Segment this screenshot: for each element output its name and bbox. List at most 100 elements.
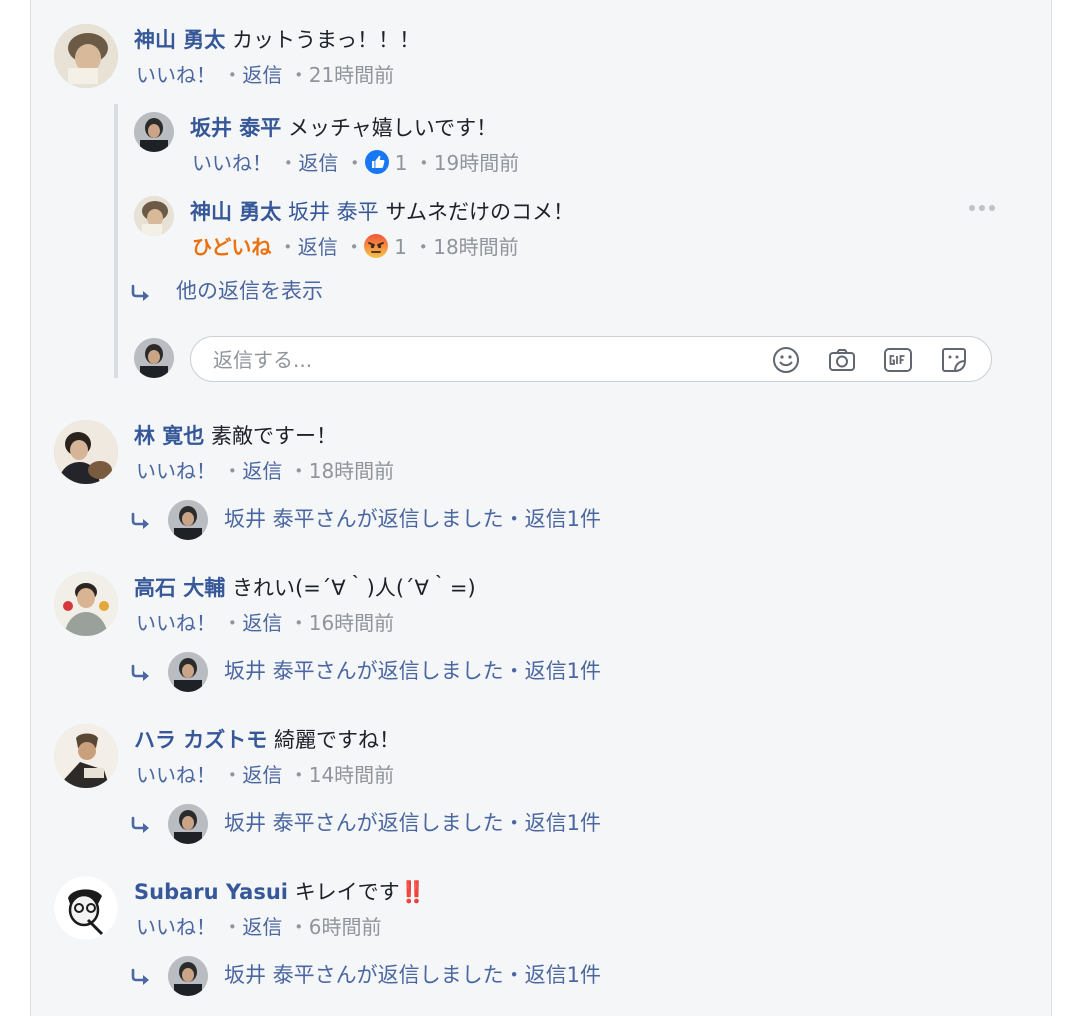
comment-line: 林 寛也 素敵ですー！ (134, 422, 337, 450)
replies-summary-link[interactable]: 坂井 泰平さんが返信しました・返信1件 (224, 657, 601, 685)
reaction-summary[interactable]: 1 (364, 150, 408, 175)
like-link[interactable]: いいね！ (136, 915, 216, 939)
separator: ・ (222, 611, 243, 635)
more-options-icon[interactable] (966, 198, 998, 218)
timestamp[interactable]: 14時間前 (309, 763, 394, 787)
reaction-count: 1 (394, 235, 407, 259)
reply-arrow-icon (131, 968, 149, 985)
timestamp[interactable]: 19時間前 (434, 151, 519, 175)
avatar[interactable] (134, 112, 174, 152)
reply-text: メッチャ嬉しいです！ (288, 116, 498, 140)
reaction-count: 1 (394, 151, 408, 175)
comment-actions: いいね！ ・返信 ・16時間前 (136, 610, 394, 636)
avatar (134, 338, 174, 378)
comment-text: キレイです (294, 880, 400, 904)
comment-line: Subaru Yasui キレイです‼️ (134, 878, 426, 906)
comment-author[interactable]: 高石 大輔 (134, 576, 225, 600)
like-link[interactable]: いいね！ (136, 459, 216, 483)
separator: ・ (222, 763, 243, 787)
comment-actions: いいね！ ・返信 ・6時間前 (136, 914, 381, 940)
separator: ・ (222, 459, 243, 483)
like-link[interactable]: いいね！ (136, 63, 216, 87)
reply-author[interactable]: 神山 勇太 (190, 200, 281, 224)
reply-link[interactable]: 返信 (298, 235, 338, 259)
comment-line: 神山 勇太 カットうまっ！！！ (134, 26, 420, 54)
avatar (168, 500, 208, 540)
replies-summary-link[interactable]: 坂井 泰平さんが返信しました・返信1件 (224, 505, 601, 533)
view-more-replies-link[interactable]: 他の返信を表示 (176, 277, 323, 305)
reply-line: 神山 勇太 坂井 泰平 サムネだけのコメ！ (190, 198, 574, 226)
reply-arrow-icon (131, 664, 149, 681)
reply-author[interactable]: 坂井 泰平 (190, 116, 281, 140)
comment-actions: いいね！ ・返信 ・14時間前 (136, 762, 394, 788)
reply-arrow-icon (131, 284, 149, 301)
avatar[interactable] (54, 420, 118, 484)
reaction-summary[interactable]: 1 (364, 234, 407, 259)
avatar[interactable] (54, 24, 118, 88)
reply-actions: ひどいね ・返信 ・ 1 ・18時間前 (192, 234, 519, 260)
comment-actions: いいね！ ・返信 ・21時間前 (136, 62, 394, 88)
avatar (168, 956, 208, 996)
separator: ・ (288, 915, 309, 939)
reply-input-box (190, 336, 992, 382)
separator: ・ (277, 235, 298, 259)
avatar[interactable] (54, 572, 118, 636)
comment-line: 高石 大輔 きれい(=´∀｀)人(´∀｀=) (134, 574, 476, 602)
like-link[interactable]: いいね！ (136, 763, 216, 787)
avatar (168, 804, 208, 844)
angry-icon (364, 234, 389, 258)
avatar[interactable] (134, 196, 174, 236)
comment-author[interactable]: ハラ カズトモ (134, 728, 267, 752)
like-icon (364, 150, 389, 174)
reply-line: 坂井 泰平 メッチャ嬉しいです！ (190, 114, 497, 142)
comment-author[interactable]: Subaru Yasui (134, 880, 288, 904)
timestamp[interactable]: 18時間前 (309, 459, 394, 483)
double-exclamation-emoji: ‼️ (399, 880, 426, 904)
separator: ・ (288, 63, 309, 87)
like-link[interactable]: いいね！ (136, 611, 216, 635)
timestamp[interactable]: 6時間前 (309, 915, 382, 939)
timestamp[interactable]: 18時間前 (433, 235, 518, 259)
thread-line (114, 104, 118, 378)
avatar (168, 652, 208, 692)
avatar[interactable] (54, 724, 118, 788)
camera-icon[interactable] (827, 345, 857, 375)
sticker-icon[interactable] (939, 345, 969, 375)
reply-link[interactable]: 返信 (242, 611, 282, 635)
comment-text: カットうまっ！！！ (232, 28, 421, 52)
reply-link[interactable]: 返信 (242, 63, 282, 87)
comment-author[interactable]: 神山 勇太 (134, 28, 225, 52)
separator: ・ (413, 235, 434, 259)
reply-input[interactable] (211, 345, 755, 375)
reply-link[interactable]: 返信 (242, 763, 282, 787)
mention-link[interactable]: 坂井 泰平 (288, 200, 379, 224)
reply-link[interactable]: 返信 (242, 915, 282, 939)
separator: ・ (288, 611, 309, 635)
replies-summary-link[interactable]: 坂井 泰平さんが返信しました・返信1件 (224, 809, 601, 837)
comment-line: ハラ カズトモ 綺麗ですね！ (134, 726, 400, 754)
gif-icon[interactable] (883, 345, 913, 375)
timestamp[interactable]: 16時間前 (309, 611, 394, 635)
separator: ・ (344, 235, 365, 259)
comment-actions: いいね！ ・返信 ・18時間前 (136, 458, 394, 484)
separator: ・ (344, 151, 365, 175)
reply-arrow-icon (131, 816, 149, 833)
emoji-icon[interactable] (771, 345, 801, 375)
reply-link[interactable]: 返信 (298, 151, 338, 175)
comment-text: 綺麗ですね！ (274, 728, 400, 752)
reply-actions: いいね！ ・返信 ・ 1 ・19時間前 (192, 150, 519, 176)
separator: ・ (413, 151, 434, 175)
like-link[interactable]: いいね！ (192, 151, 272, 175)
separator: ・ (222, 915, 243, 939)
comment-text: きれい(=´∀｀)人(´∀｀=) (232, 576, 476, 600)
reply-text: サムネだけのコメ！ (385, 200, 574, 224)
angry-reaction-link[interactable]: ひどいね (192, 235, 271, 259)
separator: ・ (278, 151, 299, 175)
replies-summary-link[interactable]: 坂井 泰平さんが返信しました・返信1件 (224, 961, 601, 989)
separator: ・ (288, 763, 309, 787)
reply-link[interactable]: 返信 (242, 459, 282, 483)
comment-text: 素敵ですー！ (211, 424, 337, 448)
comment-author[interactable]: 林 寛也 (134, 424, 204, 448)
avatar[interactable] (54, 876, 118, 940)
timestamp[interactable]: 21時間前 (309, 63, 394, 87)
